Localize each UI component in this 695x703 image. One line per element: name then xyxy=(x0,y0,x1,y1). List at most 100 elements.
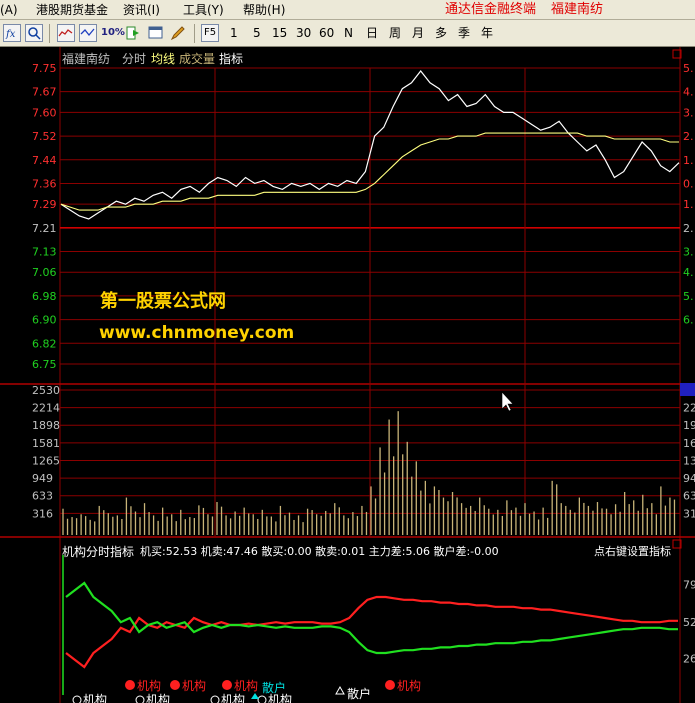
app-brand: 通达信金融终端 xyxy=(445,2,537,17)
menu-info[interactable]: 资讯(I) xyxy=(123,2,160,18)
f5-toggle-icon[interactable]: F5 xyxy=(201,24,219,42)
indicator-lines xyxy=(62,555,678,695)
period-1min[interactable]: 1 xyxy=(230,25,238,41)
period-month[interactable]: 月 xyxy=(412,25,424,41)
volume-tick-label: 1265 xyxy=(32,455,60,468)
menu-hk-futures[interactable]: 港股期货基金 xyxy=(36,2,108,18)
inst-hollow-dot xyxy=(135,695,145,703)
price-tick-label: 6.90 xyxy=(32,314,57,327)
f5-label: F5 xyxy=(204,27,217,38)
inst-signal-dot xyxy=(125,680,135,690)
price-tick-label: 7.29 xyxy=(32,198,57,211)
volume-right-label: 13 xyxy=(683,455,695,468)
inst-hollow-dot xyxy=(210,695,220,703)
zoom-search-icon[interactable] xyxy=(25,24,43,42)
pct-tick-label: 4. xyxy=(683,266,694,279)
volume-tick-label: 633 xyxy=(32,490,53,503)
pencil-draw-icon[interactable] xyxy=(169,24,187,42)
watermark-url: www.chnmoney.com xyxy=(99,323,295,343)
percent-icon[interactable]: 10% xyxy=(101,24,125,42)
pct-tick-label: 1. xyxy=(683,198,694,211)
inst-signal-dot xyxy=(222,680,232,690)
volume-tick-label: 316 xyxy=(32,507,53,520)
pct-tick-label: 6. xyxy=(683,314,694,327)
retail-line xyxy=(65,581,678,655)
period-year[interactable]: 年 xyxy=(481,25,493,41)
header-mode[interactable]: 分时 xyxy=(122,52,146,66)
indicator-title[interactable]: 机构分时指标 xyxy=(62,545,134,559)
period-30min[interactable]: 30 xyxy=(296,25,311,41)
price-tick-label: 6.82 xyxy=(32,337,57,350)
pct-tick-label: 3. xyxy=(683,106,694,119)
intraday-chart-icon[interactable] xyxy=(57,24,75,42)
watermark-title: 第一股票公式网 xyxy=(100,291,226,312)
indicator-hint: 点右键设置指标 xyxy=(594,545,671,558)
volume-right-label: 63 xyxy=(683,490,695,503)
header-stock: 福建南纺 xyxy=(62,52,111,66)
inst-line xyxy=(65,595,678,669)
indicator-tick-label: 52 xyxy=(683,616,695,629)
period-15min[interactable]: 15 xyxy=(272,25,287,41)
percent-label: 10% xyxy=(101,27,125,38)
volume-right-label: 16 xyxy=(683,437,695,450)
volume-bars xyxy=(62,411,676,535)
retail-hollow-label: 散户 xyxy=(347,686,371,701)
inst-signal-label: 机构 xyxy=(397,678,421,693)
period-nmin[interactable]: N xyxy=(344,25,353,41)
period-5min[interactable]: 5 xyxy=(253,25,261,41)
header-indicator[interactable]: 指标 xyxy=(219,52,243,66)
inst-signal-dot xyxy=(385,680,395,690)
export-arrow-icon[interactable] xyxy=(125,24,143,42)
pct-tick-label: 5. xyxy=(683,290,694,303)
retail-signal-triangle xyxy=(251,693,259,699)
period-quarter[interactable]: 季 xyxy=(458,25,470,41)
price-tick-label: 7.06 xyxy=(32,266,57,279)
inst-hollow-label: 机构 xyxy=(221,692,245,703)
volume-tick-label: 1581 xyxy=(32,437,60,450)
window-icon[interactable] xyxy=(147,24,165,42)
retail-hollow-triangle xyxy=(335,685,345,695)
menu-bar: (A) 港股期货基金 资讯(I) 工具(Y) 帮助(H) 通达信金融终端 福建南… xyxy=(0,0,695,20)
menu-file[interactable]: (A) xyxy=(0,2,18,18)
menu-tools[interactable]: 工具(Y) xyxy=(183,2,224,18)
header-avg-line[interactable]: 均线 xyxy=(151,52,175,66)
svg-text:fx: fx xyxy=(5,29,16,40)
inst-hollow-dot xyxy=(72,695,82,703)
intraday-chart[interactable]: 7.75 7.67 7.60 7.52 7.44 7.36 7.29 7.21 7.13 7.06… xyxy=(0,47,695,703)
volume-right-highlight xyxy=(680,383,695,396)
price-tick-label: 7.75 xyxy=(32,62,57,75)
price-tick-label: 7.44 xyxy=(32,154,57,167)
stock-name: 福建南纺 xyxy=(551,2,604,17)
indicator-stats: 机买:52.53 机卖:47.46 散买:0.00 散卖:0.01 主力差:5.… xyxy=(140,545,499,558)
fx-formula-icon[interactable]: fx xyxy=(3,24,21,42)
price-tick-label: 7.13 xyxy=(32,246,57,259)
pct-tick-label: 4. xyxy=(683,86,694,99)
chart-area[interactable]: 7.75 7.67 7.60 7.52 7.44 7.36 7.29 7.21 7.13 7.06… xyxy=(0,47,695,703)
period-60min[interactable]: 60 xyxy=(319,25,334,41)
pct-tick-label: 2. xyxy=(683,222,694,235)
volume-right-label: 22 xyxy=(683,402,695,415)
period-day[interactable]: 日 xyxy=(366,25,378,41)
volume-tick-label: 1898 xyxy=(32,419,60,432)
price-tick-label: 6.98 xyxy=(32,290,57,303)
inst-signal-label: 机构 xyxy=(137,678,161,693)
inst-hollow-dot xyxy=(257,695,267,703)
header-volume[interactable]: 成交量 xyxy=(179,52,215,66)
price-tick-label: 7.52 xyxy=(32,130,57,143)
indicator-tick-label: 79 xyxy=(683,578,695,591)
indicator-tick-label: 26 xyxy=(683,653,695,666)
volume-tick-label: 2214 xyxy=(32,402,60,415)
toolbar: fx 10% F5 1 5 15 30 60 N 日 周 月 多 季 年 xyxy=(0,20,695,47)
period-week[interactable]: 周 xyxy=(389,25,401,41)
inst-signal-label: 机构 xyxy=(182,678,206,693)
menu-help[interactable]: 帮助(H) xyxy=(243,2,285,18)
price-tick-label: 7.67 xyxy=(32,86,57,99)
kline-chart-icon[interactable] xyxy=(79,24,97,42)
inst-signal-label: 机构 xyxy=(234,678,258,693)
price-tick-label: 7.21 xyxy=(32,222,57,235)
volume-tick-label: 949 xyxy=(32,472,53,485)
inst-hollow-label: 机构 xyxy=(83,692,107,703)
period-multi[interactable]: 多 xyxy=(435,25,447,41)
signal-markers: 机构 机构 机构 机构机构 机构 机构 机构散户 散户 xyxy=(72,678,421,703)
mouse-cursor-icon xyxy=(501,391,514,412)
